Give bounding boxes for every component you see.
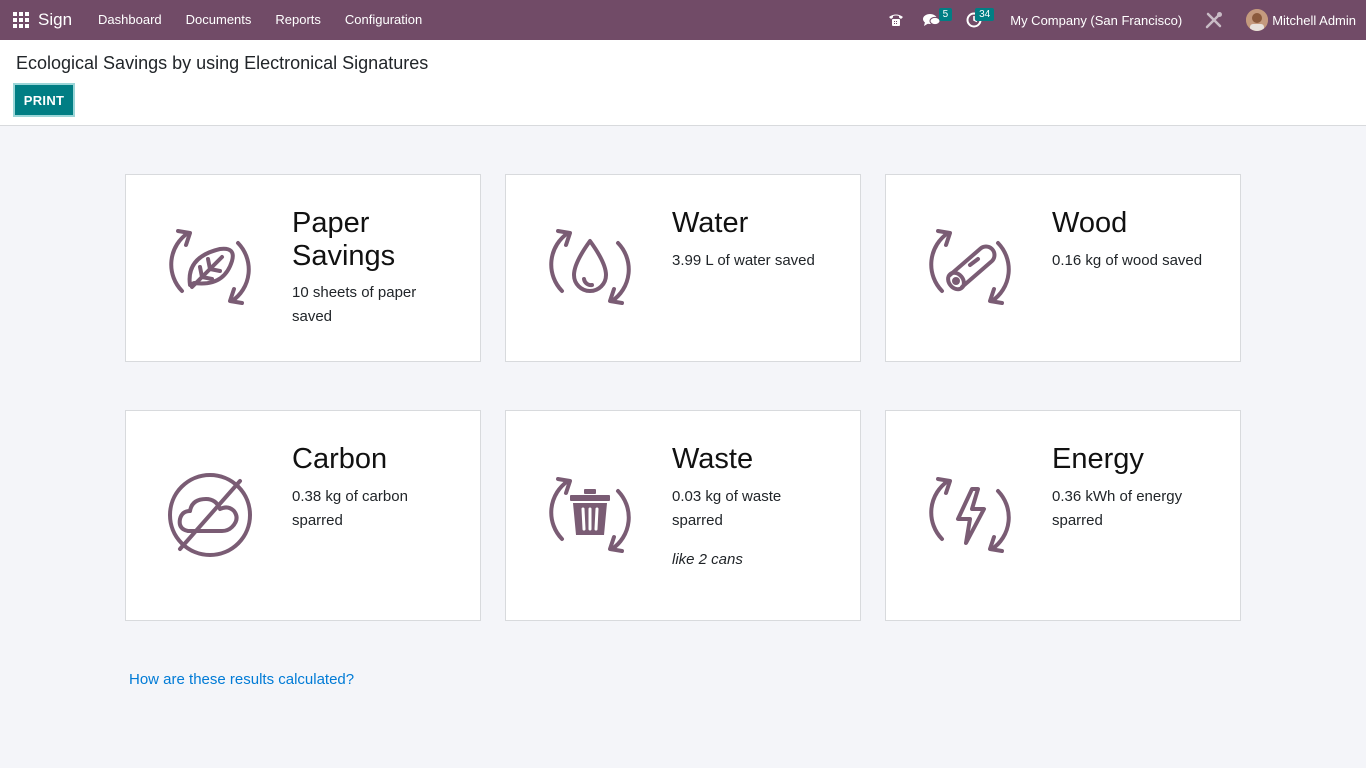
card-paper-savings: Paper Savings 10 sheets of paper saved [125,174,481,362]
card-note: like 2 cans [672,551,743,568]
grid-icon [13,12,29,28]
avatar [1246,9,1269,31]
no-cloud-icon [168,473,252,557]
top-navbar: Sign Dashboard Documents Reports Configu… [0,0,1366,40]
phone-icon [889,14,904,26]
card-wood: Wood 0.16 kg of wood saved [885,174,1241,362]
page-title: Ecological Savings by using Electronical… [16,53,429,73]
log-recycle-icon [929,229,1011,305]
card-description: 0.03 kg of waste sparred [672,488,782,529]
app-name[interactable]: Sign [38,10,72,30]
print-button[interactable]: PRINT [15,85,73,115]
calculation-help-link[interactable]: How are these results calculated? [129,671,354,688]
leaf-recycle-icon [169,229,251,305]
card-title: Water [672,207,749,239]
card-description: 3.99 L of water saved [672,252,815,269]
card-description: 0.16 kg of wood saved [1052,252,1203,269]
menu-documents[interactable]: Documents [174,0,264,40]
apps-menu-button[interactable] [0,0,38,40]
messages-button[interactable]: 5 [916,0,953,40]
user-name: Mitchell Admin [1272,12,1356,28]
card-water: Water 3.99 L of water saved [505,174,861,362]
lightning-recycle-icon [929,477,1011,553]
card-title: Energy [1052,443,1144,475]
phone-button[interactable] [880,0,912,40]
control-panel: Ecological Savings by using Electronical… [0,40,1366,126]
debug-tools-button[interactable] [1198,0,1230,40]
card-carbon: Carbon 0.38 kg of carbon sparred [125,410,481,621]
card-title: Wood [1052,207,1128,239]
user-menu[interactable]: Mitchell Admin [1246,9,1356,31]
card-waste: Waste 0.03 kg of waste sparred like 2 ca… [505,410,861,621]
activities-button[interactable]: 34 [958,0,995,40]
messages-badge: 5 [938,8,953,21]
company-switcher[interactable]: My Company (San Francisco) [1010,13,1182,28]
menu-reports[interactable]: Reports [263,0,333,40]
card-title: Paper Savings [292,207,396,272]
menu-configuration[interactable]: Configuration [333,0,434,40]
activities-badge: 34 [975,8,995,21]
card-description: 0.36 kWh of energy sparred [1052,488,1183,529]
tools-icon [1205,12,1223,29]
card-title: Carbon [292,443,388,475]
trash-recycle-icon [549,477,631,553]
card-description: 0.38 kg of carbon sparred [292,488,408,529]
menu-dashboard[interactable]: Dashboard [86,0,174,40]
water-drop-recycle-icon [549,229,631,305]
card-title: Waste [672,443,754,475]
card-description: 10 sheets of paper saved [292,284,417,325]
card-energy: Energy 0.36 kWh of energy sparred [885,410,1241,621]
